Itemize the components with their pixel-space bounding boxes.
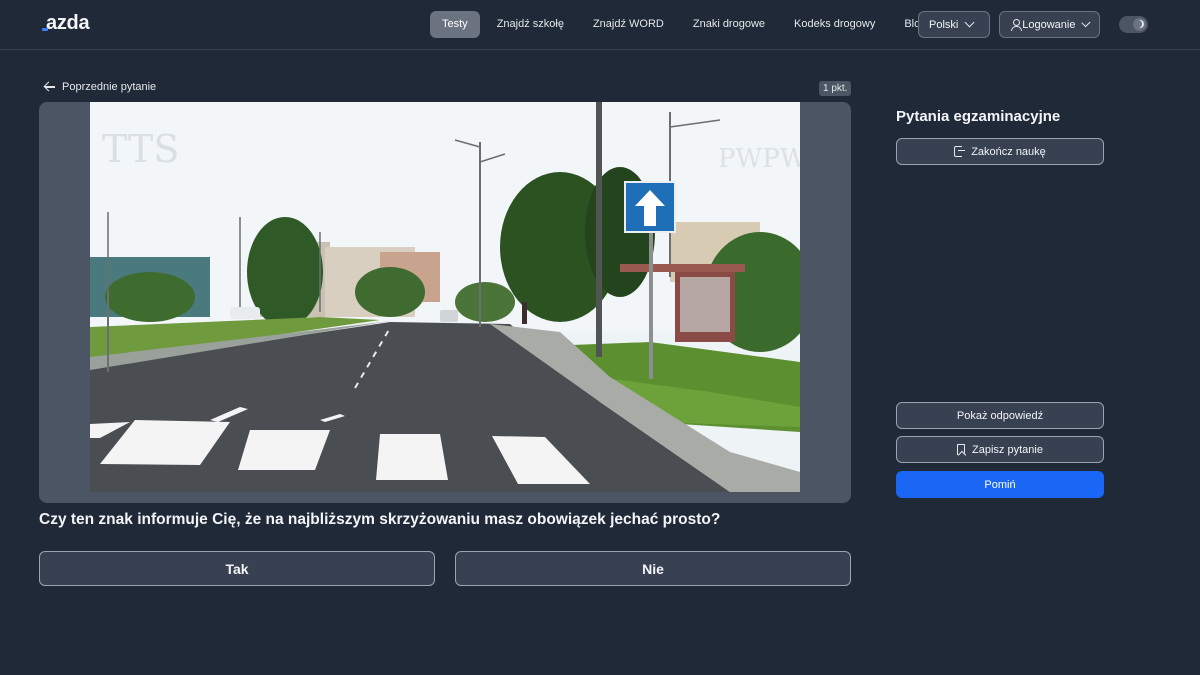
chevron-down-icon (1081, 18, 1091, 27)
question-text: Czy ten znak informuje Cię, że na najbli… (39, 511, 721, 528)
skip-button[interactable]: Pomiń (896, 471, 1104, 498)
side-panel-title: Pytania egzaminacyjne (896, 108, 1061, 125)
login-button[interactable]: Logowanie (999, 11, 1100, 38)
svg-text:PWPW: PWPW (718, 144, 800, 174)
main-nav: Testy Znajdź szkołę Znajdź WORD Znaki dr… (430, 11, 943, 38)
bookmark-icon (957, 444, 966, 455)
logo-text: azda (46, 12, 90, 34)
nav-item-road-code[interactable]: Kodeks drogowy (782, 11, 887, 38)
previous-question-label: Poprzednie pytanie (62, 81, 157, 93)
language-select[interactable]: Polski (918, 11, 990, 38)
login-label: Logowanie (1022, 18, 1076, 31)
save-question-label: Zapisz pytanie (972, 443, 1043, 456)
save-question-button[interactable]: Zapisz pytanie (896, 436, 1104, 463)
nav-item-road-signs[interactable]: Znaki drogowe (681, 11, 777, 38)
answer-yes-button[interactable]: Tak (39, 551, 435, 586)
user-icon (1010, 19, 1023, 31)
answer-no-button[interactable]: Nie (455, 551, 851, 586)
question-media: TTS PWPW (39, 102, 851, 503)
points-badge: 1 pkt. (819, 81, 852, 96)
show-answer-button[interactable]: Pokaż odpowiedź (896, 402, 1104, 429)
nav-item-find-word[interactable]: Znajdź WORD (581, 11, 676, 38)
language-label: Polski (929, 18, 959, 31)
moon-icon (1136, 20, 1144, 28)
nav-item-testy[interactable]: Testy (430, 11, 480, 38)
question-image: TTS PWPW (90, 102, 800, 492)
exit-icon (954, 146, 966, 157)
arrow-left-icon (44, 82, 56, 92)
chevron-down-icon (964, 17, 975, 28)
end-study-label: Zakończ naukę (971, 145, 1046, 158)
top-navbar: azda Testy Znajdź szkołę Znajdź WORD Zna… (0, 0, 1200, 50)
svg-text:TTS: TTS (102, 127, 179, 171)
nav-item-find-school[interactable]: Znajdź szkołę (485, 11, 576, 38)
theme-toggle[interactable] (1119, 16, 1148, 33)
previous-question-link[interactable]: Poprzednie pytanie (44, 81, 156, 93)
logo[interactable]: azda (42, 12, 90, 35)
end-study-button[interactable]: Zakończ naukę (896, 138, 1104, 165)
